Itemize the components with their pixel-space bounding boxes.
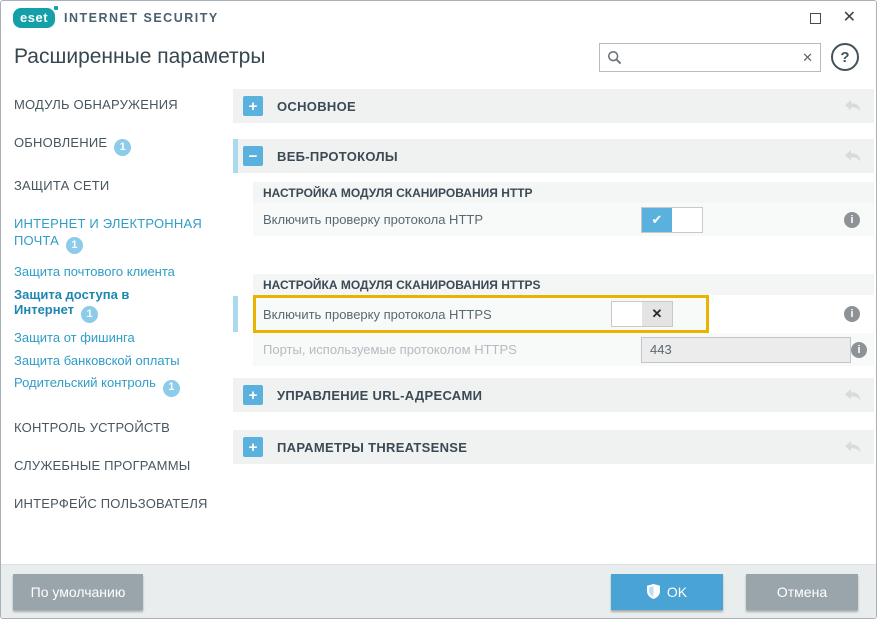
section-title: ПАРАМЕТРЫ THREATSENSE [277,440,467,455]
sidebar-item-label: ИНТЕРНЕТ И ЭЛЕКТРОННАЯ ПОЧТА [14,216,202,248]
notification-badge: 1 [66,237,83,254]
sidebar-item-detection-engine[interactable]: МОДУЛЬ ОБНАРУЖЕНИЯ [14,96,228,113]
sidebar-item-label: ЗАЩИТА СЕТИ [14,178,109,193]
group-title: НАСТРОЙКА МОДУЛЯ СКАНИРОВАНИЯ HTTPS [263,278,541,292]
product-name: INTERNET SECURITY [64,11,219,25]
section-header-basic[interactable]: + ОСНОВНОЕ [233,89,874,123]
sidebar-item-antiphishing[interactable]: Защита от фишинга [14,330,228,346]
undo-icon [844,388,862,402]
eset-logo: eset [13,8,55,28]
check-icon: ✔ [642,208,672,232]
sidebar-item-label: КОНТРОЛЬ УСТРОЙСТВ [14,420,170,435]
undo-icon [844,149,862,163]
sidebar-subitem-label: Защита банковской оплаты [14,353,180,368]
cancel-button[interactable]: Отмена [746,574,858,610]
settings-panel: + ОСНОВНОЕ − ВЕБ-ПРОТОКОЛЫ НАСТРОЙКА МОД… [233,89,874,464]
logo-trademark-mark [54,6,58,10]
info-icon[interactable]: i [851,342,867,358]
undo-icon [844,99,862,113]
setting-row-enable-http: Включить проверку протокола HTTP ✔ i [253,203,874,236]
highlight-outline: Включить проверку протокола HTTPS ✕ [253,295,709,333]
close-icon[interactable]: ✕ [843,10,856,26]
ok-button[interactable]: OK [611,574,723,610]
notification-badge: 1 [114,139,131,156]
setting-label-disabled: Порты, используемые протоколом HTTPS [263,342,641,357]
sidebar-item-device-control[interactable]: КОНТРОЛЬ УСТРОЙСТВ [14,419,228,436]
info-icon[interactable]: i [844,212,860,228]
sidebar-item-email-client-protection[interactable]: Защита почтового клиента [14,264,228,280]
setting-label: Включить проверку протокола HTTPS [263,307,611,322]
section-title: ОСНОВНОЕ [277,99,356,114]
toggle-empty-half [612,302,642,326]
notification-badge: 1 [163,380,180,397]
search-icon [607,50,623,66]
sidebar-item-parental-control[interactable]: Родительский контроль 1 [14,375,228,396]
revert-to-default-button[interactable] [844,99,862,113]
revert-to-default-button[interactable] [844,440,862,454]
sidebar-subitem-label: Защита доступа в Интернет [14,287,129,318]
sidebar-item-label: МОДУЛЬ ОБНАРУЖЕНИЯ [14,97,178,112]
section-header-web-protocols[interactable]: − ВЕБ-ПРОТОКОЛЫ [233,139,874,173]
expand-plus-icon[interactable]: + [243,385,263,405]
maximize-icon[interactable] [810,13,821,24]
eset-settings-window: eset INTERNET SECURITY ✕ Расширенные пар… [0,0,877,619]
setting-row-enable-https: Включить проверку протокола HTTPS ✕ i [253,295,874,333]
expand-plus-icon[interactable]: + [243,437,263,457]
section-header-url-management[interactable]: + УПРАВЛЕНИЕ URL-АДРЕСАМИ [233,378,874,412]
sidebar-item-label: ОБНОВЛЕНИЕ [14,135,107,150]
setting-label: Включить проверку протокола HTTP [263,212,641,227]
sidebar: МОДУЛЬ ОБНАРУЖЕНИЯ ОБНОВЛЕНИЕ 1 ЗАЩИТА СЕ… [14,96,228,533]
info-icon[interactable]: i [844,306,860,322]
focused-row-accent-bar [233,296,238,332]
http-toggle-on[interactable]: ✔ [641,207,703,233]
https-toggle-off[interactable]: ✕ [611,301,673,327]
search-box[interactable]: ✕ [599,43,821,72]
group-header-https-scanner: НАСТРОЙКА МОДУЛЯ СКАНИРОВАНИЯ HTTPS [253,274,874,295]
collapse-minus-icon[interactable]: − [243,146,263,166]
sidebar-subsection: Защита почтового клиента Защита доступа … [14,264,228,397]
notification-badge: 1 [81,306,98,323]
section-header-threatsense[interactable]: + ПАРАМЕТРЫ THREATSENSE [233,430,874,464]
https-ports-input [641,337,851,363]
revert-to-default-button[interactable] [844,149,862,163]
sidebar-item-update[interactable]: ОБНОВЛЕНИЕ 1 [14,134,228,156]
search-input[interactable] [628,50,797,65]
page-title: Расширенные параметры [14,45,265,69]
cross-icon: ✕ [642,302,672,326]
uac-shield-icon [647,584,660,599]
sidebar-item-user-interface[interactable]: ИНТЕРФЕЙС ПОЛЬЗОВАТЕЛЯ [14,495,228,512]
sidebar-item-label: СЛУЖЕБНЫЕ ПРОГРАММЫ [14,458,190,473]
sidebar-item-tools[interactable]: СЛУЖЕБНЫЕ ПРОГРАММЫ [14,457,228,474]
cancel-button-label: Отмена [777,584,827,600]
eset-logo-text: eset [20,10,48,25]
sidebar-item-web-access-protection[interactable]: Защита доступа в Интернет1 [14,287,174,324]
section-title: УПРАВЛЕНИЕ URL-АДРЕСАМИ [277,388,482,403]
sidebar-subitem-label: Защита от фишинга [14,330,135,345]
sidebar-subitem-label: Родительский контроль [14,375,156,390]
search-clear-icon[interactable]: ✕ [802,50,813,66]
default-button-label: По умолчанию [31,584,126,600]
ok-button-label: OK [667,584,687,600]
undo-icon [844,440,862,454]
group-header-http-scanner: НАСТРОЙКА МОДУЛЯ СКАНИРОВАНИЯ HTTP [253,182,874,203]
window-controls: ✕ [810,10,864,26]
help-button[interactable]: ? [831,43,859,71]
default-button[interactable]: По умолчанию [13,574,143,610]
sidebar-subitem-label: Защита почтового клиента [14,264,175,279]
revert-to-default-button[interactable] [844,388,862,402]
expand-plus-icon[interactable]: + [243,96,263,116]
sidebar-item-network-protection[interactable]: ЗАЩИТА СЕТИ [14,177,228,194]
sidebar-item-label: ИНТЕРФЕЙС ПОЛЬЗОВАТЕЛЯ [14,496,208,511]
sidebar-item-web-and-email[interactable]: ИНТЕРНЕТ И ЭЛЕКТРОННАЯ ПОЧТА1 [14,215,228,254]
section-title: ВЕБ-ПРОТОКОЛЫ [277,149,398,164]
page-header: Расширенные параметры ✕ ? [1,35,876,87]
toggle-empty-half [672,208,702,232]
group-title: НАСТРОЙКА МОДУЛЯ СКАНИРОВАНИЯ HTTP [263,186,533,200]
footer-bar: По умолчанию OK Отмена [1,564,876,618]
sidebar-item-banking-protection[interactable]: Защита банковской оплаты [14,353,228,369]
setting-row-https-ports: Порты, используемые протоколом HTTPS i [253,333,874,366]
titlebar: eset INTERNET SECURITY ✕ [1,1,876,35]
